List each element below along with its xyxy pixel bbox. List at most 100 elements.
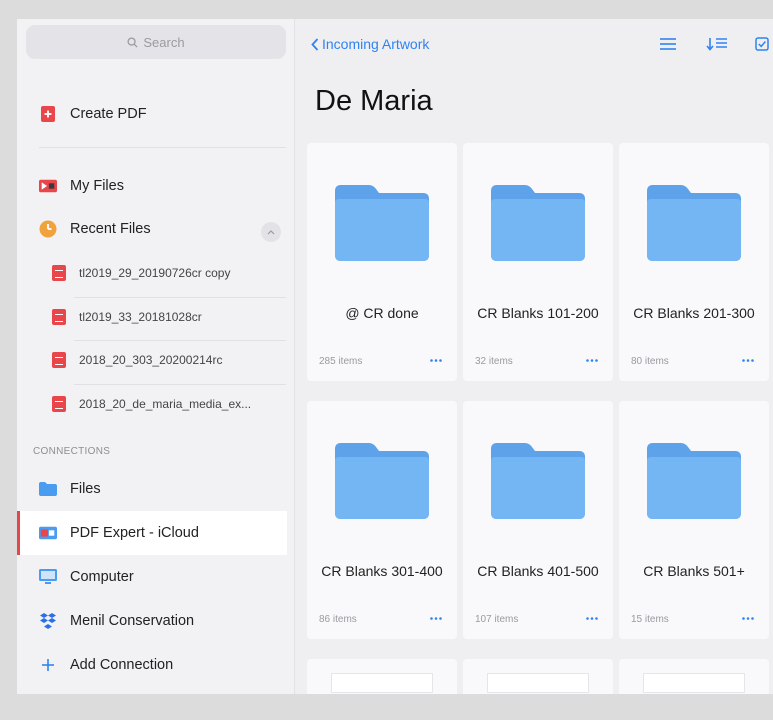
folder-count: 80 items [631,356,669,367]
ellipsis-icon [742,359,754,362]
more-button[interactable] [427,354,445,367]
folder-card[interactable]: CR Blanks 101-200 32 items [463,143,613,381]
ellipsis-icon [586,617,598,620]
chevron-left-icon [311,37,319,51]
collapse-recent-button[interactable] [261,222,281,242]
search-icon [127,36,138,48]
recent-file-item[interactable]: 2018_20_303_20200214rc [17,351,287,369]
page-title: De Maria [315,85,433,117]
sort-button[interactable] [705,35,729,53]
folder-name: CR Blanks 401-500 [477,563,599,579]
ellipsis-icon [586,359,598,362]
more-button[interactable] [427,612,445,625]
back-label: Incoming Artwork [322,36,430,52]
document-thumbnail [487,673,589,693]
folder-name: @ CR done [345,305,419,321]
more-button[interactable] [583,354,601,367]
folder-name: CR Blanks 501+ [643,563,745,579]
folder-icon [491,443,585,519]
create-pdf-item[interactable]: Create PDF [17,103,287,125]
connection-label: Files [70,481,101,497]
folder-count: 32 items [475,356,513,367]
folder-count: 15 items [631,614,669,625]
main-content: Incoming Artwork De Maria @ CR done 285 … [295,19,773,694]
recent-file-item[interactable]: 2018_20_de_maria_media_ex... [17,395,287,413]
select-button[interactable] [753,35,771,53]
ellipsis-icon [430,617,442,620]
pdf-file-icon [52,396,66,412]
search-placeholder: Search [143,34,185,50]
divider [74,384,286,385]
folder-name: CR Blanks 201-300 [633,305,755,321]
folder-icon [491,185,585,261]
dropbox-icon [39,612,57,630]
connection-item-computer[interactable]: Computer [17,566,287,588]
file-card[interactable] [463,659,613,694]
file-card[interactable] [307,659,457,694]
my-files-icon [39,177,57,195]
sort-icon [706,38,727,51]
recent-file-item[interactable]: tl2019_33_20181028cr [17,308,287,326]
recent-files-label: Recent Files [70,221,151,237]
folder-card[interactable]: @ CR done 285 items [307,143,457,381]
folder-name: CR Blanks 101-200 [477,305,599,321]
folder-icon [647,443,741,519]
folder-name: CR Blanks 301-400 [321,563,443,579]
connection-label: PDF Expert - iCloud [70,525,199,541]
connection-label: Computer [70,569,134,585]
connection-item-files[interactable]: Files [17,478,287,500]
folder-card[interactable]: CR Blanks 401-500 107 items [463,401,613,639]
create-pdf-icon [39,105,57,123]
pdf-file-icon [52,309,66,325]
app-window: Search Create PDF My Files Recent Files [17,19,773,694]
folder-icon [335,443,429,519]
clock-icon [39,220,57,238]
add-connection-button[interactable]: Add Connection [17,654,287,676]
folder-count: 285 items [319,356,363,367]
ellipsis-icon [742,617,754,620]
my-files-label: My Files [70,178,124,194]
sidebar: Search Create PDF My Files Recent Files [17,19,295,694]
recent-file-label: tl2019_29_20190726cr copy [79,266,231,280]
connection-label: Menil Conservation [70,613,195,629]
computer-icon [39,568,57,586]
more-button[interactable] [739,612,757,625]
recent-file-label: tl2019_33_20181028cr [79,310,202,324]
divider [74,340,286,341]
recent-file-label: 2018_20_303_20200214rc [79,353,223,367]
my-files-item[interactable]: My Files [17,175,287,197]
divider [74,297,286,298]
list-view-button[interactable] [659,35,677,53]
back-button[interactable]: Incoming Artwork [311,36,429,52]
pdf-file-icon [52,265,66,281]
folder-icon [39,480,57,498]
checkbox-icon [755,37,769,51]
connection-item-pdf-expert-icloud[interactable]: PDF Expert - iCloud [17,522,287,544]
folder-icon [647,185,741,261]
recent-files-item[interactable]: Recent Files [17,218,287,240]
create-pdf-label: Create PDF [70,106,147,122]
document-thumbnail [643,673,745,693]
more-button[interactable] [583,612,601,625]
search-input[interactable]: Search [26,25,286,59]
divider [39,147,286,148]
folder-icon [335,185,429,261]
folder-card[interactable]: CR Blanks 201-300 80 items [619,143,769,381]
more-button[interactable] [739,354,757,367]
list-icon [660,38,676,50]
connection-label: Add Connection [70,657,174,673]
document-thumbnail [331,673,433,693]
recent-file-item[interactable]: tl2019_29_20190726cr copy [17,264,287,282]
connections-heading: CONNECTIONS [33,446,111,457]
plus-icon [39,656,57,674]
folder-card[interactable]: CR Blanks 301-400 86 items [307,401,457,639]
connection-item-menil-conservation[interactable]: Menil Conservation [17,610,287,632]
folder-count: 86 items [319,614,357,625]
pdf-expert-cloud-icon [39,524,57,542]
ellipsis-icon [430,359,442,362]
folder-card[interactable]: CR Blanks 501+ 15 items [619,401,769,639]
pdf-file-icon [52,352,66,368]
file-card[interactable] [619,659,769,694]
chevron-up-icon [267,229,275,234]
recent-file-label: 2018_20_de_maria_media_ex... [79,397,252,411]
